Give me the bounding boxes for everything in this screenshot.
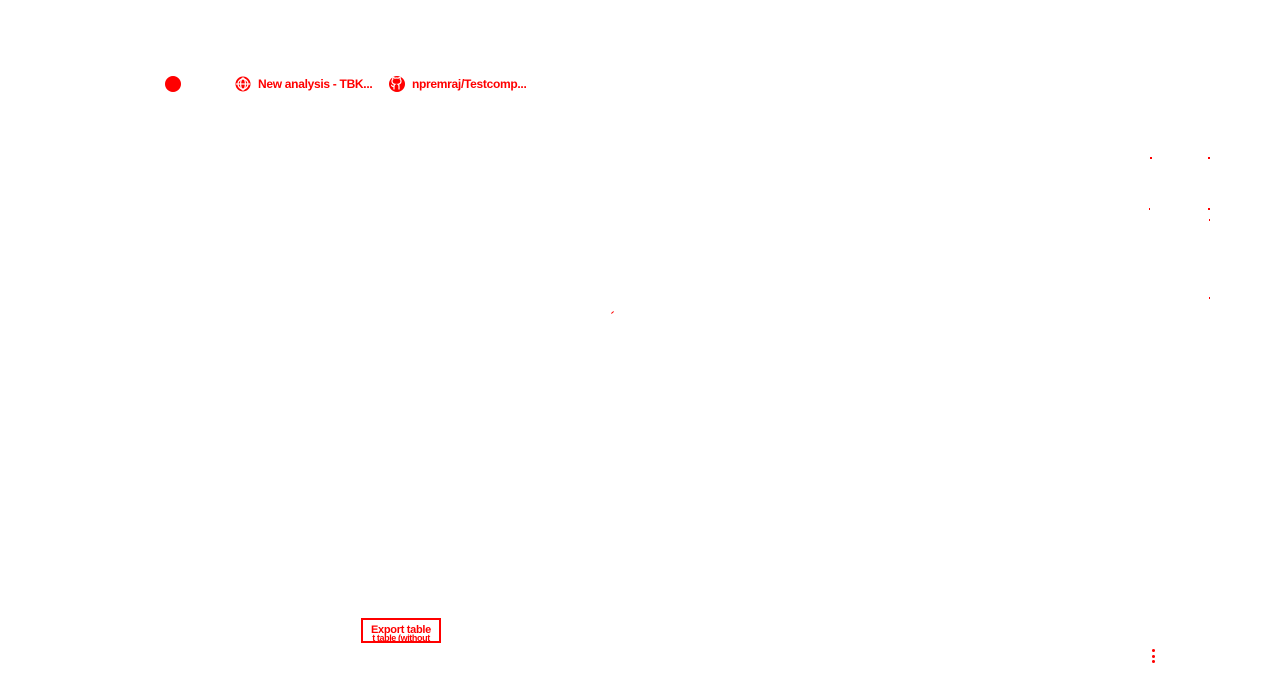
menu-dot	[1151, 654, 1155, 658]
divider	[1209, 297, 1210, 299]
kebab-menu-icon[interactable]	[1150, 649, 1156, 663]
export-button-secondary-label: t table (without	[372, 633, 430, 643]
divider	[611, 311, 614, 314]
divider	[1209, 219, 1210, 221]
divider	[1150, 157, 1152, 159]
globe-icon	[234, 75, 252, 93]
menu-dot	[1151, 649, 1155, 652]
tab-github-repo[interactable]: npremraj/Testcomp...	[388, 75, 527, 93]
tab-label: npremraj/Testcomp...	[412, 77, 527, 91]
github-icon	[388, 75, 406, 93]
tab-label: New analysis - TBK...	[258, 77, 373, 91]
menu-dot	[1151, 660, 1155, 663]
export-table-button[interactable]: Export table t table (without	[361, 618, 441, 643]
divider	[1208, 208, 1210, 210]
record-dot-icon	[165, 76, 181, 92]
divider	[1208, 157, 1210, 159]
tab-new-analysis[interactable]: New analysis - TBK...	[234, 75, 373, 93]
divider	[1149, 208, 1150, 210]
page: New analysis - TBK... npremraj/Testcomp.…	[0, 0, 1280, 680]
